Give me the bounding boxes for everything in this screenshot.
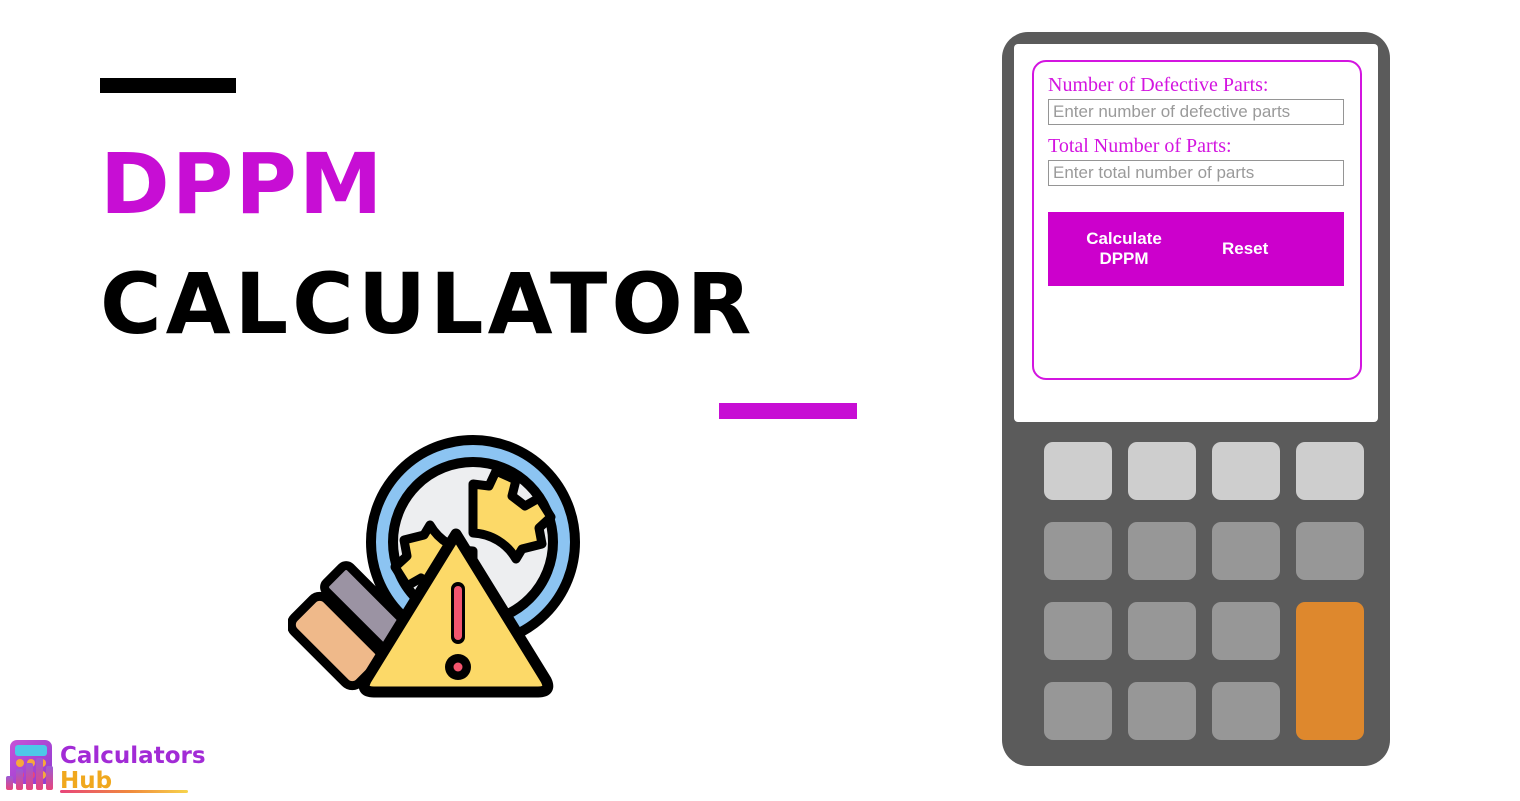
calculator-screen: Number of Defective Parts: Total Number …: [1014, 44, 1378, 422]
total-parts-label: Total Number of Parts:: [1048, 135, 1232, 157]
defective-parts-label: Number of Defective Parts:: [1048, 74, 1269, 96]
form-action-bar: Calculate DPPM Reset: [1048, 212, 1344, 286]
key-r1c1[interactable]: [1044, 442, 1112, 500]
key-r4c1[interactable]: [1044, 682, 1112, 740]
key-r1c3[interactable]: [1212, 442, 1280, 500]
key-r1c4[interactable]: [1296, 442, 1364, 500]
hero-section: DPPM CALCULATOR Calculators Hub: [0, 0, 980, 800]
key-r3c1[interactable]: [1044, 602, 1112, 660]
logo-word-primary: Calculators: [60, 743, 206, 769]
magnifying-glass-gear-warning-icon: [286, 422, 608, 722]
accent-bar-black: [100, 78, 236, 93]
key-equals[interactable]: [1296, 602, 1364, 740]
key-r2c3[interactable]: [1212, 522, 1280, 580]
logo-underline: [60, 790, 188, 793]
total-parts-input[interactable]: [1048, 160, 1344, 186]
key-r2c4[interactable]: [1296, 522, 1364, 580]
calculator-keypad: [1014, 442, 1378, 740]
calculator-device: Number of Defective Parts: Total Number …: [1002, 32, 1390, 766]
key-r4c2[interactable]: [1128, 682, 1196, 740]
key-r3c3[interactable]: [1212, 602, 1280, 660]
defective-parts-input[interactable]: [1048, 99, 1344, 125]
dppm-form-panel: Number of Defective Parts: Total Number …: [1032, 60, 1362, 380]
key-r1c2[interactable]: [1128, 442, 1196, 500]
brand-logo[interactable]: Calculators Hub: [2, 738, 222, 796]
calculate-dppm-button[interactable]: Calculate DPPM: [1072, 229, 1176, 268]
page-title-primary: DPPM: [100, 135, 385, 233]
reset-button[interactable]: Reset: [1222, 239, 1268, 259]
key-r3c2[interactable]: [1128, 602, 1196, 660]
key-r2c1[interactable]: [1044, 522, 1112, 580]
key-r4c3[interactable]: [1212, 682, 1280, 740]
key-r2c2[interactable]: [1128, 522, 1196, 580]
accent-bar-magenta: [719, 403, 857, 419]
defective-parts-field-group: Number of Defective Parts:: [1048, 74, 1346, 125]
total-parts-field-group: Total Number of Parts:: [1048, 135, 1346, 186]
page-title-secondary: CALCULATOR: [100, 255, 756, 353]
